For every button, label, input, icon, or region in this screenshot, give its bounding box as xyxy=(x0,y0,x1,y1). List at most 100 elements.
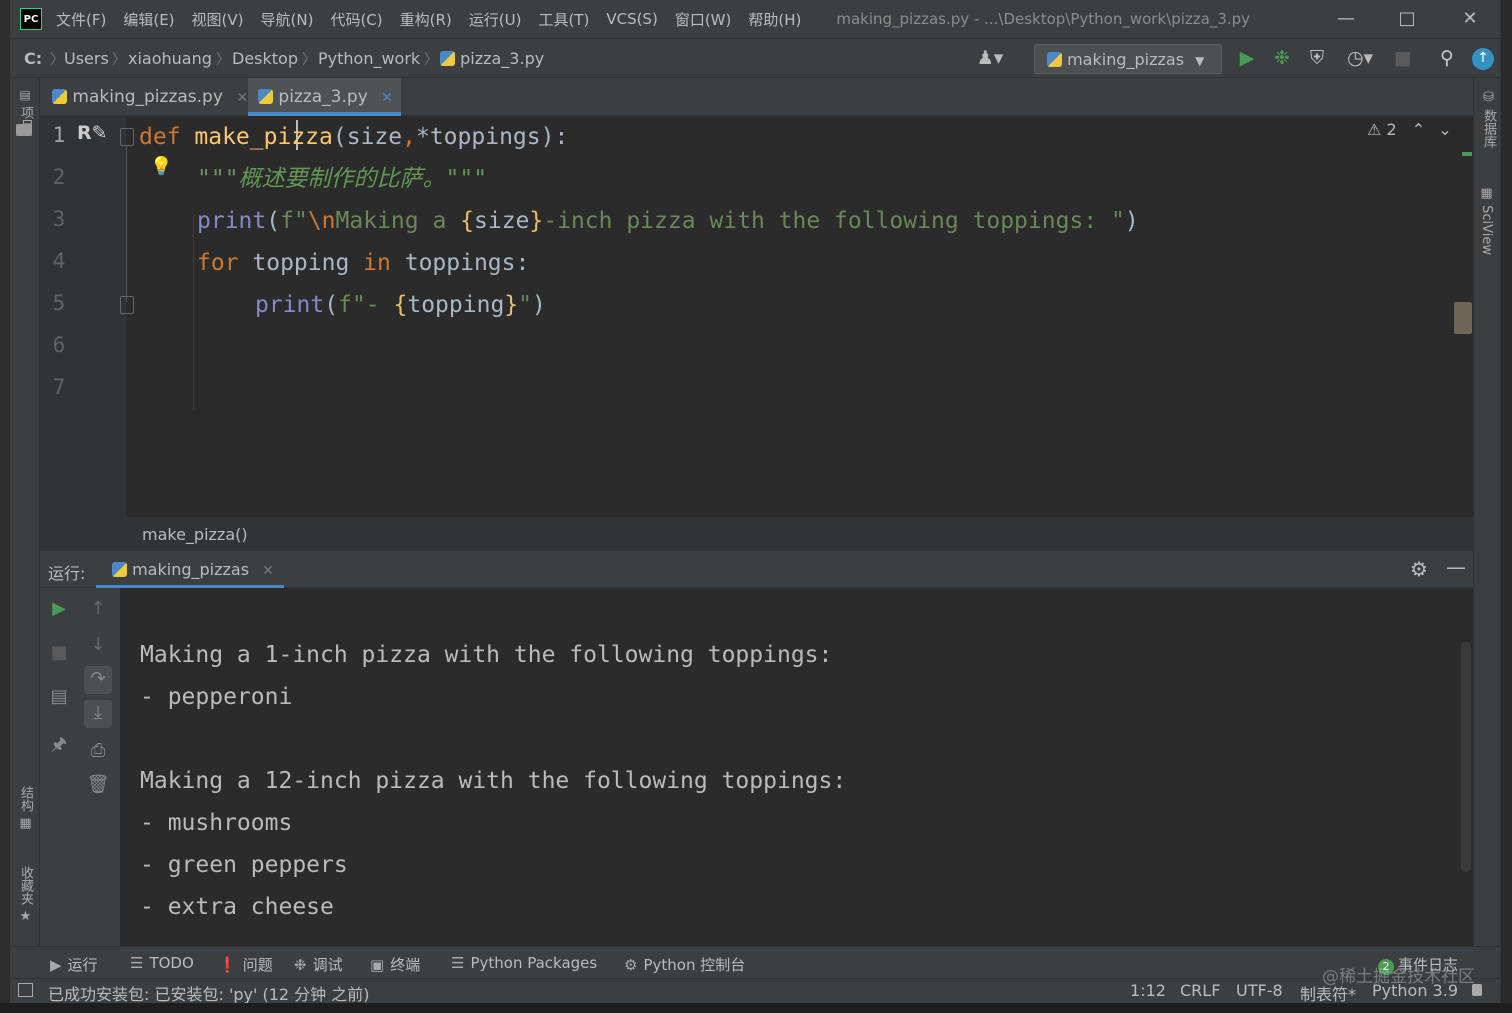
code-token: f" xyxy=(280,208,308,234)
line-number: 4 xyxy=(52,249,66,273)
caret-position[interactable]: 1:12 xyxy=(1130,981,1166,1000)
render-doc-icon[interactable]: R✎ xyxy=(77,122,108,144)
menu-code[interactable]: 代码(C) xyxy=(330,9,382,30)
code-line-4[interactable]: for topping in toppings: xyxy=(197,248,529,278)
close-icon[interactable]: ✕ xyxy=(1459,8,1481,30)
editor-gutter: 1 2 3 4 5 6 7 R✎ 💡 xyxy=(40,116,172,517)
hide-panel-icon[interactable]: — xyxy=(1446,555,1466,579)
tool-packages-button[interactable]: ☰ Python Packages xyxy=(451,954,597,972)
line-separator[interactable]: CRLF xyxy=(1180,981,1220,1000)
menu-help[interactable]: 帮助(H) xyxy=(748,9,801,30)
run-toolbar: ▶ ↑ ↓ ■ ↷ ▤ ⤓ 🖈 ⎙ 🗑 xyxy=(40,588,120,946)
tab-close-icon[interactable]: ✕ xyxy=(381,90,393,106)
code-line-1[interactable]: def make_pizza(size,*toppings): xyxy=(139,122,568,152)
scope-crumb[interactable]: make_pizza() xyxy=(142,525,248,544)
favorites-tool-button[interactable]: 收藏夹 ★ xyxy=(16,866,35,924)
menu-run[interactable]: 运行(U) xyxy=(469,9,522,30)
file-encoding[interactable]: UTF-8 xyxy=(1236,981,1283,1000)
scroll-to-end-icon[interactable]: ⤓ xyxy=(84,700,112,728)
run-tab-close-icon[interactable]: ✕ xyxy=(262,563,274,579)
code-token: ( xyxy=(324,292,339,318)
info-icon: ❗ xyxy=(218,956,237,974)
status-message[interactable]: 已成功安装包: 已安装包: 'py' (12 分钟 之前) xyxy=(48,981,369,1005)
breadcrumb-file[interactable]: pizza_3.py xyxy=(440,49,544,68)
code-token: -inch pizza with the following toppings:… xyxy=(543,208,1125,234)
breadcrumb-users[interactable]: Users xyxy=(64,49,109,68)
run-configuration-select[interactable]: making_pizzas ▼ xyxy=(1034,44,1222,74)
structure-tool-button[interactable]: 结构 ▦ xyxy=(16,786,35,831)
pin-icon[interactable]: 🖈 xyxy=(47,732,71,762)
soft-wrap-icon[interactable]: ↷ xyxy=(84,666,112,694)
breadcrumb-xiaohuang[interactable]: xiaohuang xyxy=(128,49,212,68)
code-line-3[interactable]: print(f"\nMaking a {size}-inch pizza wit… xyxy=(197,206,1139,236)
breadcrumb-separator-icon: 〉 xyxy=(50,52,64,68)
line-number: 2 xyxy=(52,165,66,189)
inspection-widget[interactable]: ⚠ 2 ⌃ ⌄ xyxy=(1367,120,1457,146)
tool-terminal-button[interactable]: ▣ 终端 xyxy=(370,954,420,975)
menu-edit[interactable]: 编辑(E) xyxy=(123,9,174,30)
tool-run-button[interactable]: ▶ 运行 xyxy=(50,954,98,975)
fold-start-icon[interactable] xyxy=(120,128,134,146)
user-account-icon[interactable]: ♟▾ xyxy=(972,48,1008,68)
tab-close-icon[interactable]: ✕ xyxy=(236,90,248,106)
run-console-output[interactable]: Making a 1-inch pizza with the following… xyxy=(120,588,1473,946)
status-layout-icon[interactable] xyxy=(18,983,33,997)
sciview-tool-button[interactable]: ▦ SciView xyxy=(1479,186,1494,255)
menu-tools[interactable]: 工具(T) xyxy=(538,9,589,30)
database-tool-button[interactable]: ⛁ 数据库 xyxy=(1479,90,1498,148)
ide-window: PC 文件(F) 编辑(E) 视图(V) 导航(N) 代码(C) 重构(R) 运… xyxy=(0,0,1512,1013)
tab-making-pizzas[interactable]: making_pizzas.py ✕ xyxy=(52,78,248,116)
stop-icon[interactable]: ■ xyxy=(1392,48,1414,68)
scroll-up-icon[interactable]: ↑ xyxy=(86,598,110,619)
debug-icon[interactable]: ❉ xyxy=(1271,48,1293,68)
tab-pizza-3[interactable]: pizza_3.py ✕ xyxy=(248,78,401,116)
code-line-2[interactable]: """概述要制作的比萨。""" xyxy=(197,164,487,194)
menu-refactor[interactable]: 重构(R) xyxy=(400,9,452,30)
intention-bulb-icon[interactable]: 💡 xyxy=(150,156,172,177)
tool-debug-button[interactable]: ❉ 调试 xyxy=(294,954,343,975)
tool-todo-button[interactable]: ☰ TODO xyxy=(130,954,194,972)
bug-icon: ❉ xyxy=(294,956,307,974)
folder-icon[interactable] xyxy=(16,124,32,136)
tool-console-button[interactable]: ⚙ Python 控制台 xyxy=(624,954,745,975)
list-icon: ☰ xyxy=(130,954,144,972)
breadcrumb-drive[interactable]: C: xyxy=(24,49,42,68)
menu-vcs[interactable]: VCS(S) xyxy=(606,10,657,28)
code-editor[interactable]: 1 2 3 4 5 6 7 R✎ 💡 def make_pizza(size,*… xyxy=(40,116,1473,517)
rerun-icon[interactable]: ▶ xyxy=(47,598,71,619)
code-token: make_pizza xyxy=(194,124,333,150)
menu-view[interactable]: 视图(V) xyxy=(192,9,244,30)
next-highlight-icon[interactable]: ⌄ xyxy=(1438,120,1451,139)
code-line-5[interactable]: print(f"- {topping}") xyxy=(255,290,546,320)
menu-navigate[interactable]: 导航(N) xyxy=(261,9,314,30)
menu-file[interactable]: 文件(F) xyxy=(56,9,106,30)
run-panel-label: 运行: xyxy=(48,564,86,583)
breadcrumb-separator-icon: 〉 xyxy=(112,52,126,68)
menu-window[interactable]: 窗口(W) xyxy=(675,9,732,30)
trash-icon[interactable]: 🗑 xyxy=(86,774,110,795)
settings-gear-icon[interactable]: ⚙ xyxy=(1410,557,1428,581)
breadcrumb-separator-icon: 〉 xyxy=(424,52,438,68)
minimize-icon[interactable]: — xyxy=(1335,8,1357,30)
layout-icon[interactable]: ▤ xyxy=(47,686,71,707)
editor-scrollbar-thumb[interactable] xyxy=(1454,302,1472,334)
breadcrumb-desktop[interactable]: Desktop xyxy=(232,49,298,68)
tool-terminal-label: 终端 xyxy=(390,956,421,974)
console-scrollbar-thumb[interactable] xyxy=(1461,642,1471,872)
tool-problems-button[interactable]: ❗ 问题 xyxy=(218,954,273,975)
previous-highlight-icon[interactable]: ⌃ xyxy=(1412,120,1425,139)
breadcrumb-python-work[interactable]: Python_work xyxy=(318,49,420,68)
console-line: Making a 1-inch pizza with the following… xyxy=(140,642,833,668)
fold-end-icon[interactable] xyxy=(120,296,134,314)
maximize-icon[interactable]: □ xyxy=(1396,8,1418,30)
coverage-icon[interactable]: ⛨ xyxy=(1306,48,1328,68)
scroll-down-icon[interactable]: ↓ xyxy=(86,634,110,655)
run-tab-making-pizzas[interactable]: making_pizzas ✕ xyxy=(96,551,284,588)
stop-icon[interactable]: ■ xyxy=(47,642,71,663)
print-icon[interactable]: ⎙ xyxy=(86,740,110,761)
favorites-tool-label: 收藏夹 xyxy=(18,866,33,905)
search-icon[interactable]: ⚲ xyxy=(1436,48,1458,68)
run-icon[interactable]: ▶ xyxy=(1236,48,1258,68)
profile-icon[interactable]: ◷▾ xyxy=(1340,48,1380,68)
update-icon[interactable]: ↑ xyxy=(1472,48,1494,70)
